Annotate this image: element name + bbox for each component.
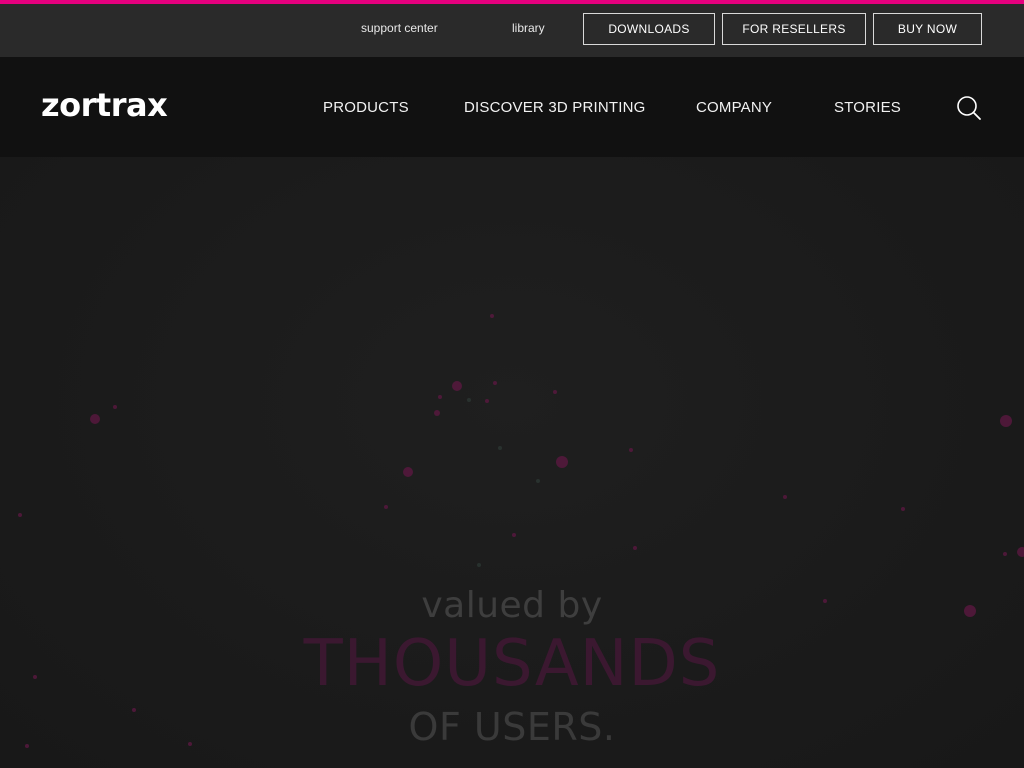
zortrax-logo[interactable]: zortrax [41,85,168,125]
nav-stories[interactable]: STORIES [834,99,901,116]
hero-headline-line1: valued by [421,585,603,626]
top-utility-bar: support center library DOWNLOADS FOR RES… [0,4,1024,57]
nav-discover-3d-printing[interactable]: DISCOVER 3D PRINTING [464,99,646,116]
hero-section: valued by THOUSANDS OF USERS. [0,157,1024,768]
for-resellers-button[interactable]: FOR RESELLERS [722,13,866,45]
downloads-button[interactable]: DOWNLOADS [583,13,715,45]
search-icon[interactable] [956,95,982,121]
hero-headline-line3: OF USERS. [408,705,616,749]
hero-headline-line2: THOUSANDS [303,627,721,701]
buy-now-button[interactable]: BUY NOW [873,13,982,45]
library-link[interactable]: library [512,21,545,35]
main-navigation: zortrax PRODUCTS DISCOVER 3D PRINTING CO… [0,57,1024,157]
nav-products[interactable]: PRODUCTS [323,99,409,116]
nav-company[interactable]: COMPANY [696,99,772,116]
support-center-link[interactable]: support center [361,21,438,35]
